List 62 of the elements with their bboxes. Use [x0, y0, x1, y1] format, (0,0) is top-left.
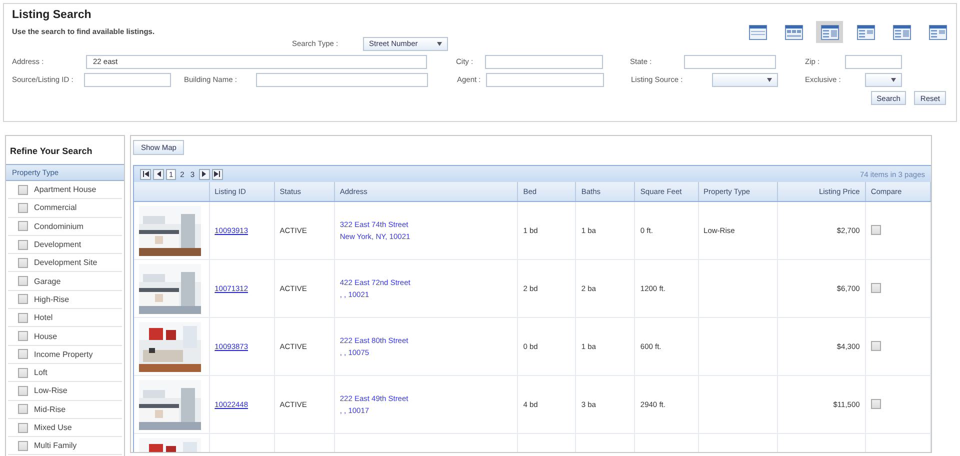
checkbox[interactable]: [18, 276, 28, 286]
state-field[interactable]: [684, 54, 776, 68]
filter-option[interactable]: Apartment House: [8, 181, 122, 200]
page-title: Listing Search: [12, 9, 92, 21]
compare-checkbox[interactable]: [870, 398, 881, 408]
filter-option[interactable]: Mid-Rise: [8, 400, 122, 419]
checkbox[interactable]: [18, 221, 28, 232]
caret-icon: [437, 42, 442, 46]
previous-icon: [156, 171, 162, 177]
first-page-button[interactable]: [140, 168, 151, 180]
layout-icon: [892, 24, 910, 40]
checkbox[interactable]: [18, 404, 28, 414]
filter-option[interactable]: Development: [8, 236, 122, 254]
checkbox[interactable]: [18, 202, 28, 213]
filter-option[interactable]: High-Rise: [8, 290, 122, 310]
next-page-button[interactable]: [198, 168, 210, 180]
caret-icon: [767, 78, 772, 82]
filter-option[interactable]: Condominium: [8, 218, 122, 236]
checkbox[interactable]: [18, 312, 28, 323]
compare-checkbox[interactable]: [870, 224, 881, 234]
listing-source-select[interactable]: [712, 72, 778, 86]
compare-checkbox[interactable]: [870, 282, 881, 292]
next-icon: [201, 171, 208, 177]
filter-option[interactable]: Multi Family: [8, 437, 122, 456]
filter-option[interactable]: Commercial: [8, 199, 122, 218]
previous-page-button[interactable]: [153, 168, 164, 180]
exclusive-select[interactable]: [865, 72, 902, 86]
agent-field[interactable]: [486, 72, 604, 86]
checkbox[interactable]: [18, 240, 28, 250]
last-page-icon: [214, 171, 220, 177]
listing-id-field[interactable]: [84, 72, 171, 86]
first-page-icon: [142, 171, 148, 177]
layout-icon: [784, 24, 802, 40]
checkbox[interactable]: [18, 422, 28, 432]
filter-option[interactable]: House: [8, 327, 122, 346]
layout-icon: [820, 24, 838, 40]
filter-option[interactable]: Low-Rise: [8, 382, 122, 401]
filter-option[interactable]: Hotel: [8, 309, 122, 328]
checkbox[interactable]: [18, 331, 28, 342]
layout-icon: [928, 24, 946, 40]
filter-option[interactable]: Garage: [8, 272, 122, 291]
filter-option[interactable]: Mixed Use: [8, 418, 122, 438]
filter-option[interactable]: Development Site: [8, 254, 122, 272]
checkbox[interactable]: [18, 440, 28, 451]
view-button[interactable]: [816, 21, 843, 43]
last-page-button[interactable]: [212, 168, 223, 180]
layout-icon: [856, 24, 874, 40]
filter-option[interactable]: Income Property: [8, 346, 122, 364]
checkbox[interactable]: [18, 184, 28, 195]
filter-option[interactable]: Loft: [8, 364, 122, 382]
sidebar-title: Refine Your Search: [9, 145, 94, 158]
checkbox[interactable]: [18, 368, 28, 378]
caret-icon: [891, 78, 896, 82]
building-name-field[interactable]: [256, 72, 428, 86]
zip-field[interactable]: [845, 54, 902, 68]
compare-checkbox[interactable]: [870, 340, 881, 350]
layout-icon: [748, 24, 766, 40]
checkbox[interactable]: [18, 349, 28, 360]
checkbox[interactable]: [18, 258, 28, 268]
city-field[interactable]: [485, 54, 603, 68]
checkbox[interactable]: [18, 294, 28, 304]
checkbox[interactable]: [18, 386, 28, 396]
